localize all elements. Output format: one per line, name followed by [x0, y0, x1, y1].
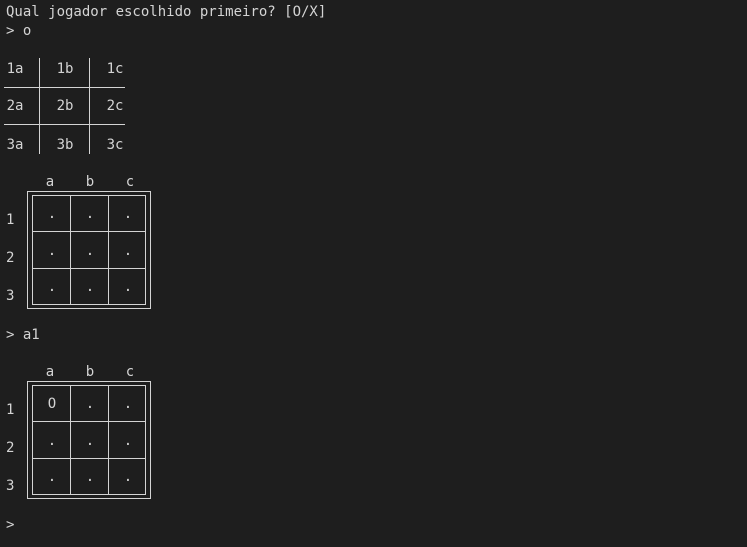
board-cell-b1: .	[85, 396, 95, 412]
game-board-1: a b c 1 2 3 . . . . . . . . .	[0, 173, 160, 323]
board-cell-c3: .	[123, 279, 133, 295]
ref-cell: 3c	[106, 137, 124, 153]
column-label: b	[85, 174, 95, 190]
row-label: 2	[6, 440, 15, 456]
board-cell-c1: .	[123, 206, 133, 222]
ref-cell: 1b	[56, 61, 74, 77]
ref-cell: 3b	[56, 137, 74, 153]
row-label: 1	[6, 212, 15, 228]
grid-divider	[89, 58, 90, 154]
column-label: a	[45, 364, 55, 380]
ref-cell: 2c	[106, 98, 124, 114]
row-label: 3	[6, 478, 15, 494]
ref-cell: 1c	[106, 61, 124, 77]
truncated-previous-line	[452, 0, 582, 2]
grid-divider	[4, 87, 125, 88]
grid-divider	[39, 58, 40, 154]
board-frame: . . . . . . . . .	[27, 191, 151, 309]
ref-cell: 2a	[6, 98, 24, 114]
second-input-line: > a1	[6, 327, 40, 343]
board-grid: . . . . . . . . .	[32, 195, 146, 305]
board-cell-c2: .	[123, 433, 133, 449]
column-label: a	[45, 174, 55, 190]
ref-cell: 3a	[6, 137, 24, 153]
board-cell-c2: .	[123, 243, 133, 259]
board-cell-a1: O	[47, 396, 57, 412]
board-cell-a3: .	[47, 279, 57, 295]
row-label: 1	[6, 402, 15, 418]
row-label: 3	[6, 288, 15, 304]
board-cell-b3: .	[85, 469, 95, 485]
reference-grid: 1a 1b 1c 2a 2b 2c 3a 3b 3c	[4, 58, 128, 156]
board-cell-a2: .	[47, 243, 57, 259]
board-grid: O . . . . . . . .	[32, 385, 146, 495]
board-cell-b2: .	[85, 243, 95, 259]
command-prompt[interactable]: >	[6, 516, 14, 534]
board-frame: O . . . . . . . .	[27, 381, 151, 499]
board-cell-b3: .	[85, 279, 95, 295]
column-label: c	[125, 174, 135, 190]
board-cell-a1: .	[47, 206, 57, 222]
column-label: c	[125, 364, 135, 380]
first-input-line: > o	[6, 23, 32, 39]
column-label: b	[85, 364, 95, 380]
row-label: 2	[6, 250, 15, 266]
board-cell-a2: .	[47, 433, 57, 449]
board-cell-c1: .	[123, 396, 133, 412]
ref-cell: 2b	[56, 98, 74, 114]
ref-cell: 1a	[6, 61, 24, 77]
board-cell-b2: .	[85, 433, 95, 449]
prompt-question: Qual jogador escolhido primeiro? [O/X]	[6, 4, 327, 20]
grid-divider	[4, 124, 125, 125]
board-cell-c3: .	[123, 469, 133, 485]
game-board-2: a b c 1 2 3 O . . . . . . . .	[0, 363, 160, 513]
board-cell-b1: .	[85, 206, 95, 222]
board-cell-a3: .	[47, 469, 57, 485]
